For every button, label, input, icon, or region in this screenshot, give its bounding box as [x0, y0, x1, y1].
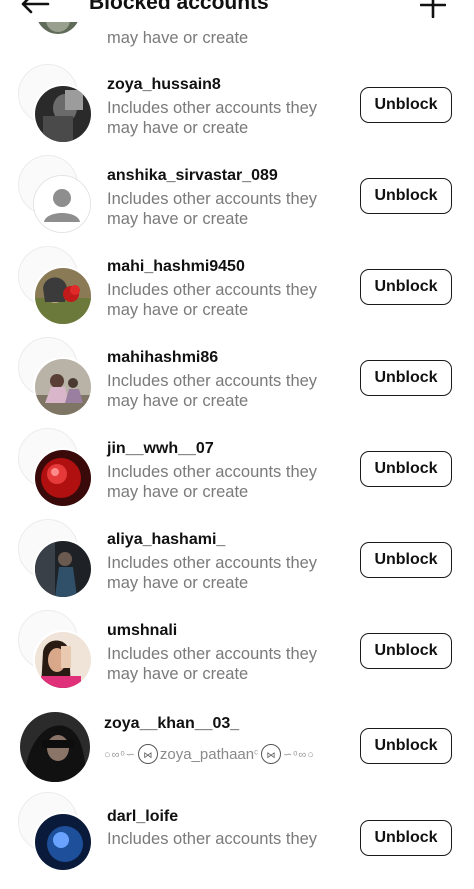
avatar[interactable] — [18, 519, 93, 601]
account-note-line2: may have or create — [107, 665, 249, 683]
list-item: anshika_sirvastar_089 Includes other acc… — [0, 155, 474, 252]
list-item: darl_loife Includes other accounts they … — [0, 792, 474, 889]
unblock-button[interactable]: Unblock — [360, 542, 452, 578]
unblock-button[interactable]: Unblock — [360, 451, 452, 487]
ornament-glyph: ○∞ᵒ∽ — [104, 748, 136, 761]
avatar[interactable] — [18, 246, 93, 328]
profile-photo — [33, 357, 93, 417]
list-item: jin__wwh__07 Includes other accounts the… — [0, 428, 474, 525]
account-note-line1: Includes other accounts they — [107, 99, 318, 117]
profile-photo — [20, 712, 90, 782]
unblock-button[interactable]: Unblock — [360, 820, 452, 856]
list-item: aliya_hashami_ Includes other accounts t… — [0, 519, 474, 616]
ornament-glyph: ∽ᵒ∞○ — [283, 748, 315, 761]
account-note-line1: Includes other accounts they — [107, 463, 318, 481]
plus-icon[interactable] — [420, 0, 446, 18]
ornament-circle: ⋈ — [261, 744, 282, 764]
account-note-line2: may have or create — [107, 483, 249, 501]
username[interactable]: zoya_hussain8 — [107, 76, 221, 94]
account-note-line1: Includes other accounts they — [107, 554, 318, 572]
account-note-line2: may have or create — [107, 574, 249, 592]
list-item: zoya_hussain8 Includes other accounts th… — [0, 64, 474, 161]
account-bio: ○∞ᵒ∽ ⋈ zoya_pathaan ᶜ ⋈ ∽ᵒ∞○ — [104, 742, 315, 766]
avatar[interactable] — [18, 792, 93, 874]
profile-photo — [33, 812, 93, 872]
avatar[interactable] — [18, 610, 93, 692]
account-note-line1: Includes other accounts they — [107, 281, 318, 299]
username[interactable]: jin__wwh__07 — [107, 440, 214, 458]
unblock-button[interactable]: Unblock — [360, 633, 452, 669]
ornament-circle: ⋈ — [137, 744, 158, 764]
account-note-line2: may have or create — [107, 119, 249, 137]
account-note-line1: Includes other accounts they — [107, 645, 318, 663]
list-item: mahi_hashmi9450 Includes other accounts … — [0, 246, 474, 343]
account-note-line1: Includes other accounts they — [107, 830, 318, 848]
username[interactable]: zoya__khan__03_ — [104, 715, 239, 733]
username[interactable]: umshnali — [107, 622, 177, 640]
unblock-button[interactable]: Unblock — [360, 87, 452, 123]
list-item: umshnali Includes other accounts they ma… — [0, 610, 474, 707]
username[interactable]: mahihashmi86 — [107, 349, 218, 367]
profile-photo — [33, 539, 93, 599]
profile-photo — [33, 630, 93, 690]
list-item: zoya__khan__03_ ○∞ᵒ∽ ⋈ zoya_pathaan ᶜ ⋈ … — [0, 707, 474, 798]
avatar[interactable] — [20, 712, 94, 786]
username[interactable]: aliya_hashami_ — [107, 531, 225, 549]
account-note-line1: Includes other accounts they — [107, 190, 318, 208]
unblock-button[interactable]: Unblock — [360, 269, 452, 305]
username[interactable]: mahi_hashmi9450 — [107, 258, 245, 276]
account-note-line2: may have or create — [107, 301, 249, 319]
avatar[interactable] — [18, 155, 92, 237]
account-note-line1: Includes other accounts they — [107, 372, 318, 390]
profile-photo — [33, 448, 93, 508]
unblock-button[interactable]: Unblock — [360, 360, 452, 396]
account-note-line2: may have or create — [107, 392, 249, 410]
ornament-glyph: ᶜ — [254, 748, 260, 760]
avatar[interactable] — [18, 337, 93, 419]
unblock-button[interactable]: Unblock — [360, 178, 452, 214]
list-item: mahihashmi86 Includes other accounts the… — [0, 337, 474, 434]
page-title: Blocked accounts — [89, 0, 269, 14]
username[interactable]: anshika_sirvastar_089 — [107, 167, 278, 185]
default-avatar-icon — [33, 175, 91, 233]
profile-photo — [33, 266, 93, 326]
arrow-left-icon[interactable] — [20, 0, 50, 14]
avatar[interactable] — [18, 428, 93, 510]
unblock-button[interactable]: Unblock — [360, 728, 452, 764]
account-note: may have or create — [107, 29, 249, 47]
username[interactable]: darl_loife — [107, 808, 178, 826]
top-bar: Blocked accounts — [0, 0, 474, 22]
account-note-line2: may have or create — [107, 210, 249, 228]
avatar[interactable] — [18, 64, 93, 146]
bio-text: zoya_pathaan — [159, 745, 255, 763]
profile-photo — [33, 84, 93, 144]
